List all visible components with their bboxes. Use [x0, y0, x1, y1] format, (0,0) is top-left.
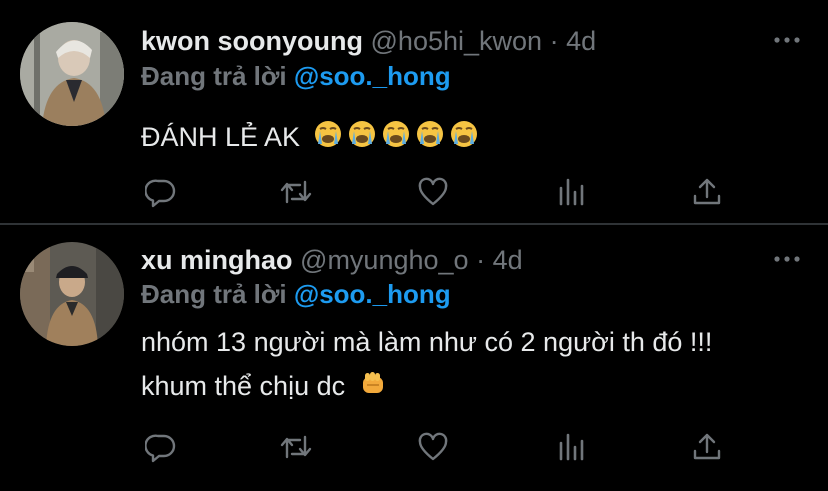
share-icon [693, 178, 721, 205]
retweet-button[interactable] [276, 172, 316, 212]
crying-face-icon [382, 117, 410, 161]
reply-button[interactable] [141, 172, 181, 212]
tweet[interactable]: kwon soonyoung @ho5hi_kwon · 4d Đang trả… [0, 0, 828, 224]
share-button[interactable] [687, 427, 727, 467]
crying-face-icon [416, 117, 444, 161]
reply-icon [145, 179, 176, 208]
tweet-text-line: nhóm 13 người mà làm như có 2 người th đ… [141, 327, 713, 357]
retweet-button[interactable] [276, 427, 316, 467]
reply-button[interactable] [141, 427, 181, 467]
more-options-icon[interactable] [772, 30, 802, 50]
like-icon [418, 432, 448, 461]
mention-link[interactable]: @soo._hong [294, 61, 451, 91]
tweet-text: nhóm 13 người mà làm như có 2 người th đ… [141, 320, 712, 410]
tweet-actions [141, 172, 741, 212]
retweet-icon [280, 180, 312, 204]
like-button[interactable] [413, 427, 453, 467]
oncoming-fist-icon [359, 366, 387, 410]
crying-face-icon [314, 117, 342, 161]
reply-feed: kwon soonyoung @ho5hi_kwon · 4d Đang trả… [0, 0, 828, 491]
replying-to-label: Đang trả lời [141, 61, 287, 91]
display-name[interactable]: kwon soonyoung [141, 26, 363, 56]
avatar[interactable] [20, 22, 124, 126]
separator-dot: · [476, 245, 486, 275]
more-options-icon[interactable] [772, 249, 802, 269]
tweet-text-line: khum thể chịu dc [141, 371, 346, 401]
share-icon [693, 433, 721, 460]
user-handle[interactable]: @myungho_o [300, 245, 469, 275]
analytics-icon [559, 178, 584, 206]
avatar[interactable] [20, 242, 124, 346]
analytics-button[interactable] [551, 172, 591, 212]
tweet-text: ĐÁNH LẺ AK [141, 115, 478, 161]
timestamp[interactable]: 4d [493, 245, 523, 275]
tweet-header: xu minghao @myungho_o · 4d [141, 244, 523, 276]
like-button[interactable] [413, 172, 453, 212]
tweet[interactable]: xu minghao @myungho_o · 4d Đang trả lời … [0, 225, 828, 491]
display-name[interactable]: xu minghao [141, 245, 293, 275]
tweet-text-line: ĐÁNH LẺ AK [141, 122, 301, 152]
timestamp[interactable]: 4d [566, 26, 596, 56]
replying-to-label: Đang trả lời [141, 279, 287, 309]
tweet-header: kwon soonyoung @ho5hi_kwon · 4d [141, 25, 596, 57]
tweet-actions [141, 427, 741, 467]
like-icon [418, 177, 448, 206]
mention-link[interactable]: @soo._hong [294, 279, 451, 309]
analytics-button[interactable] [551, 427, 591, 467]
replying-to: Đang trả lời @soo._hong [141, 60, 451, 92]
crying-face-icon [450, 117, 478, 161]
analytics-icon [559, 433, 584, 461]
crying-face-icon [348, 117, 376, 161]
retweet-icon [280, 435, 312, 459]
share-button[interactable] [687, 172, 727, 212]
reply-icon [145, 434, 176, 463]
replying-to: Đang trả lời @soo._hong [141, 278, 451, 310]
user-handle[interactable]: @ho5hi_kwon [371, 26, 543, 56]
separator-dot: · [549, 26, 559, 56]
